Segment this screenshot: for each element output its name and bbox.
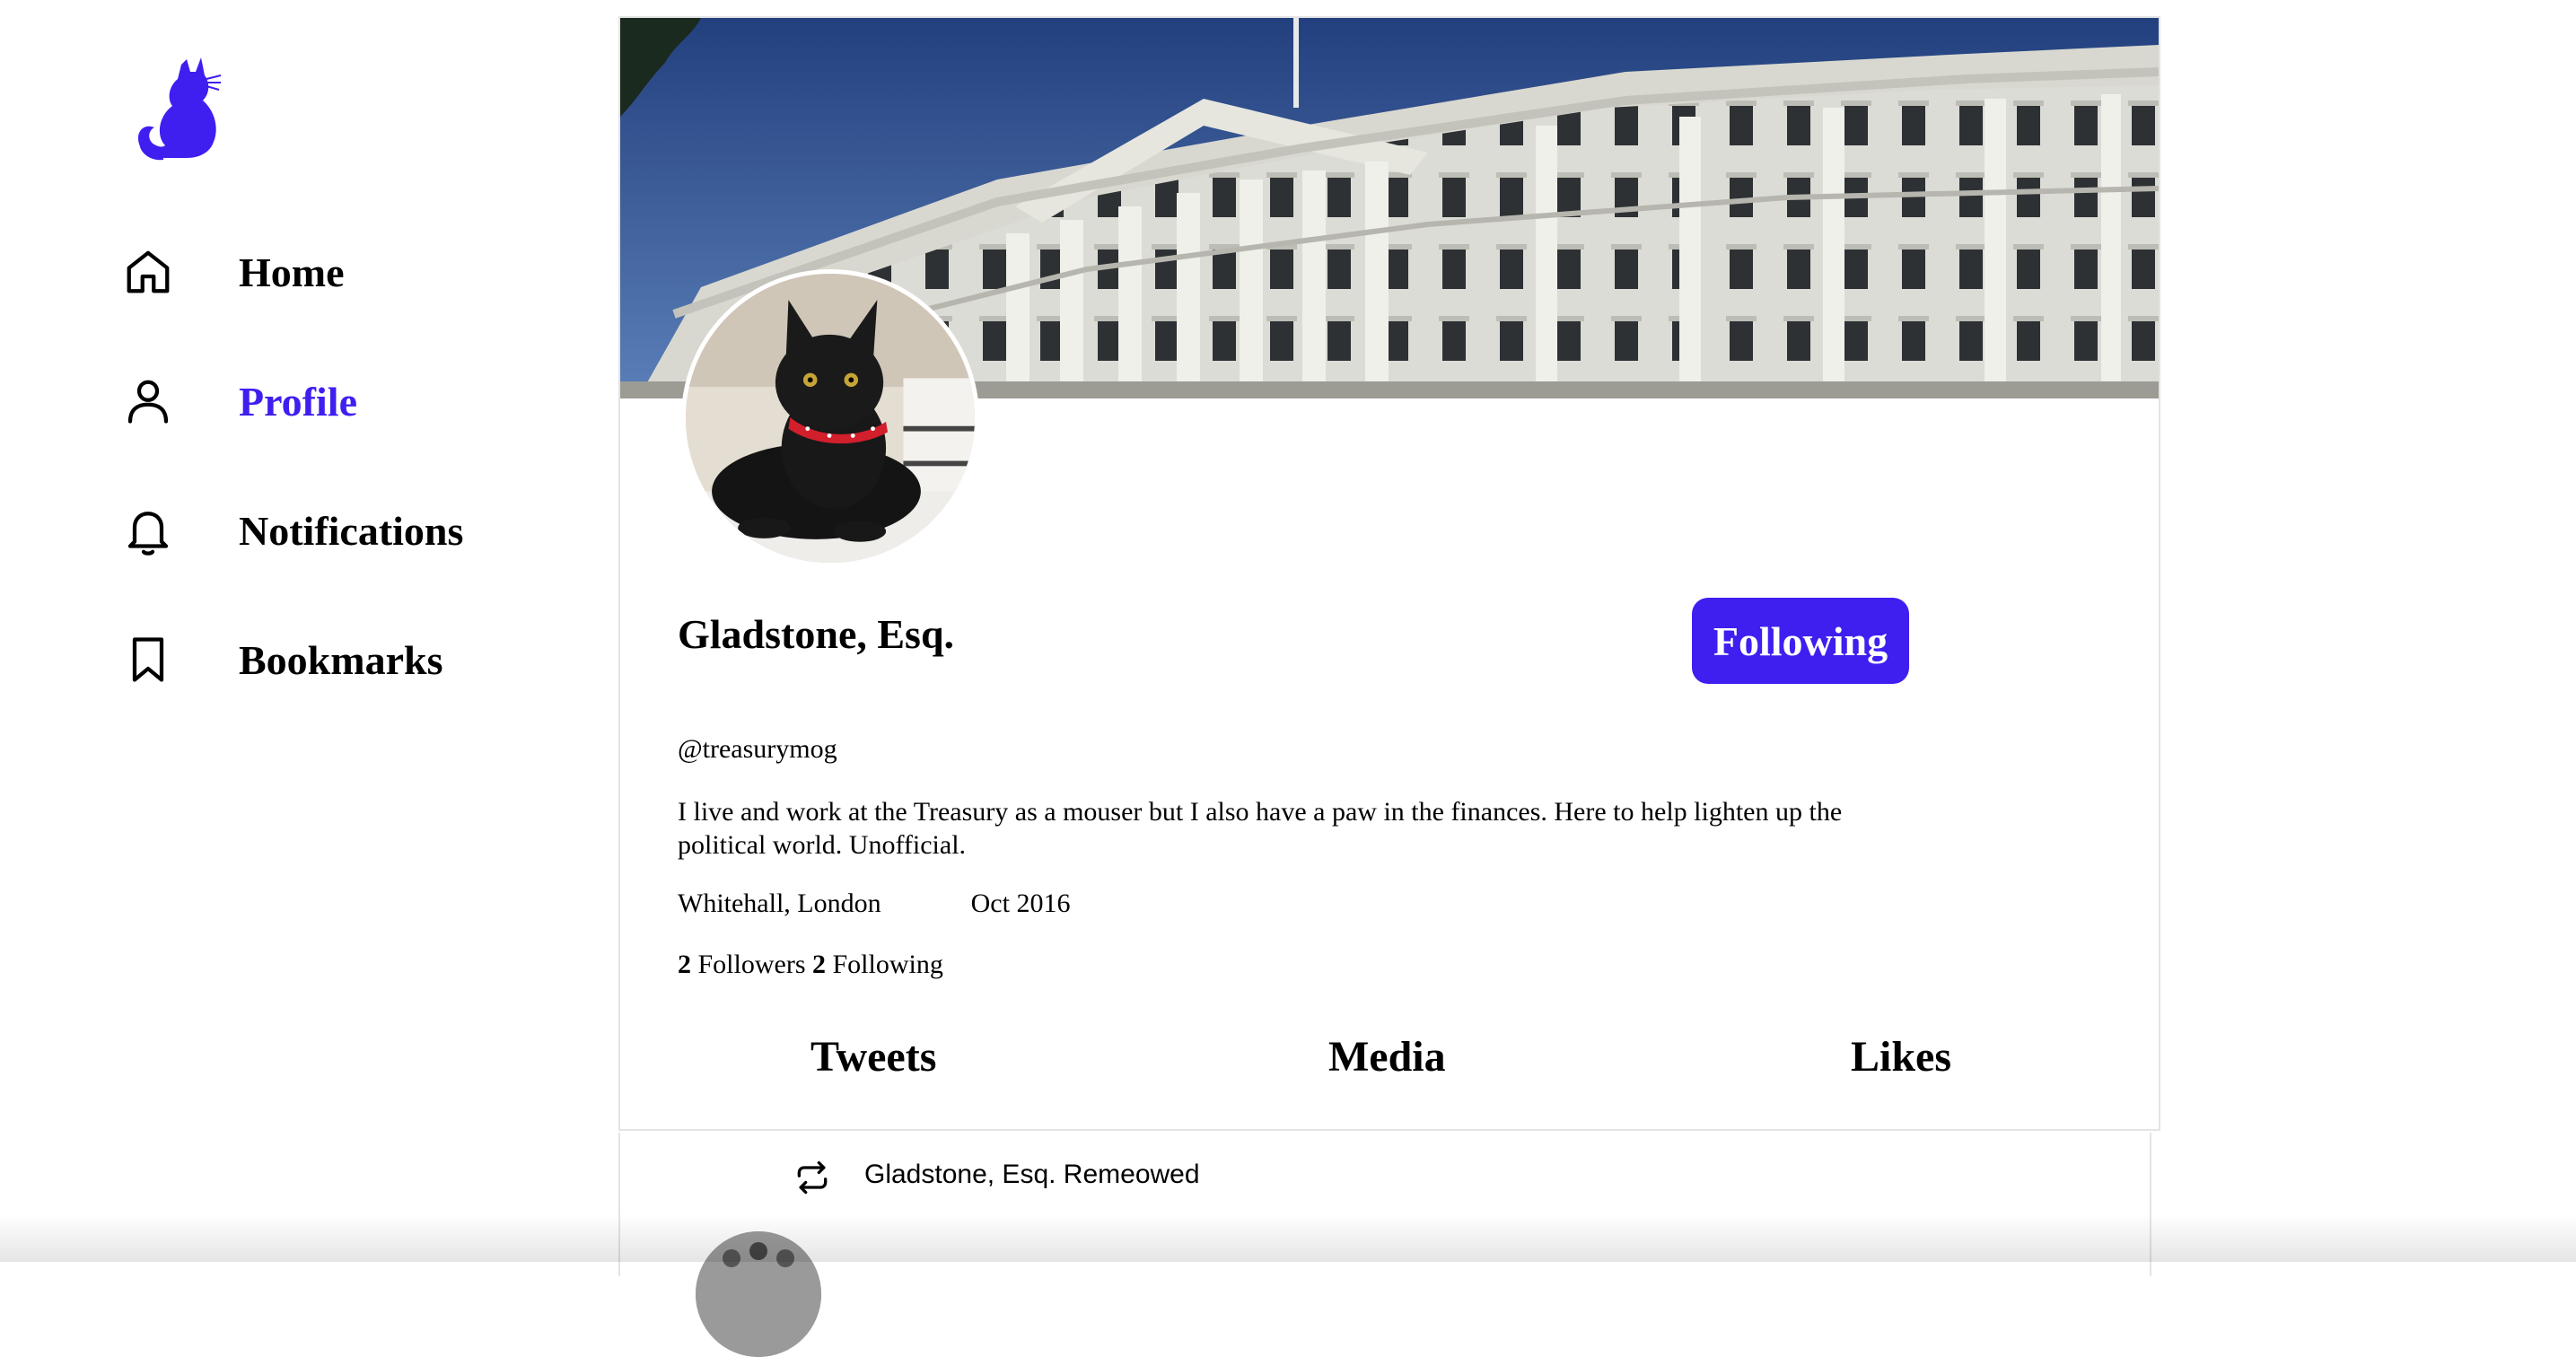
cat-logo-icon[interactable] (136, 52, 223, 163)
profile-handle: @treasurymog (678, 734, 837, 764)
profile-avatar[interactable] (681, 269, 979, 567)
tweet-author-avatar[interactable] (696, 1231, 821, 1357)
tweet-item[interactable]: Gladstone, Esq. Remeowed (618, 1133, 2151, 1357)
remeow-notice: Gladstone, Esq. Remeowed (864, 1160, 1200, 1189)
following-label: Following (832, 950, 943, 979)
sidebar-item-label: Home (239, 249, 345, 295)
user-icon (117, 370, 180, 433)
tab-tweets[interactable]: Tweets (810, 1032, 936, 1081)
profile-joined-date: Oct 2016 (970, 889, 1071, 918)
following-count: 2 (812, 950, 826, 979)
profile-tabs: Tweets Media Likes (620, 1032, 2159, 1104)
sidebar-item-notifications[interactable]: Notifications (117, 490, 463, 571)
sidebar-item-profile[interactable]: Profile (117, 361, 357, 442)
tab-likes[interactable]: Likes (1851, 1032, 1951, 1081)
following-button[interactable]: Following (1692, 598, 1909, 684)
profile-card: Gladstone, Esq. Following @treasurymog I… (618, 16, 2160, 1131)
sidebar-item-label: Bookmarks (239, 636, 443, 683)
profile-meta: Whitehall, London Oct 2016 (678, 889, 1070, 919)
profile-bio: I live and work at the Treasury as a mou… (678, 797, 1843, 860)
following-link[interactable]: 2 Following (812, 950, 943, 979)
sidebar-item-label: Profile (239, 378, 357, 425)
sidebar-item-label: Notifications (239, 507, 464, 554)
tab-media[interactable]: Media (1328, 1032, 1446, 1081)
home-icon (117, 241, 180, 303)
profile-display-name: Gladstone, Esq. (678, 611, 955, 657)
repost-icon (793, 1158, 832, 1197)
sidebar-item-home[interactable]: Home (117, 232, 345, 312)
sidebar-item-bookmarks[interactable]: Bookmarks (117, 619, 442, 700)
bookmark-icon (117, 628, 180, 691)
followers-link[interactable]: 2 Followers (678, 950, 806, 979)
followers-count: 2 (678, 950, 691, 979)
bell-icon (117, 499, 180, 562)
profile-location: Whitehall, London (678, 889, 881, 918)
follow-stats: 2 Followers 2 Following (678, 950, 943, 980)
followers-label: Followers (697, 950, 806, 979)
